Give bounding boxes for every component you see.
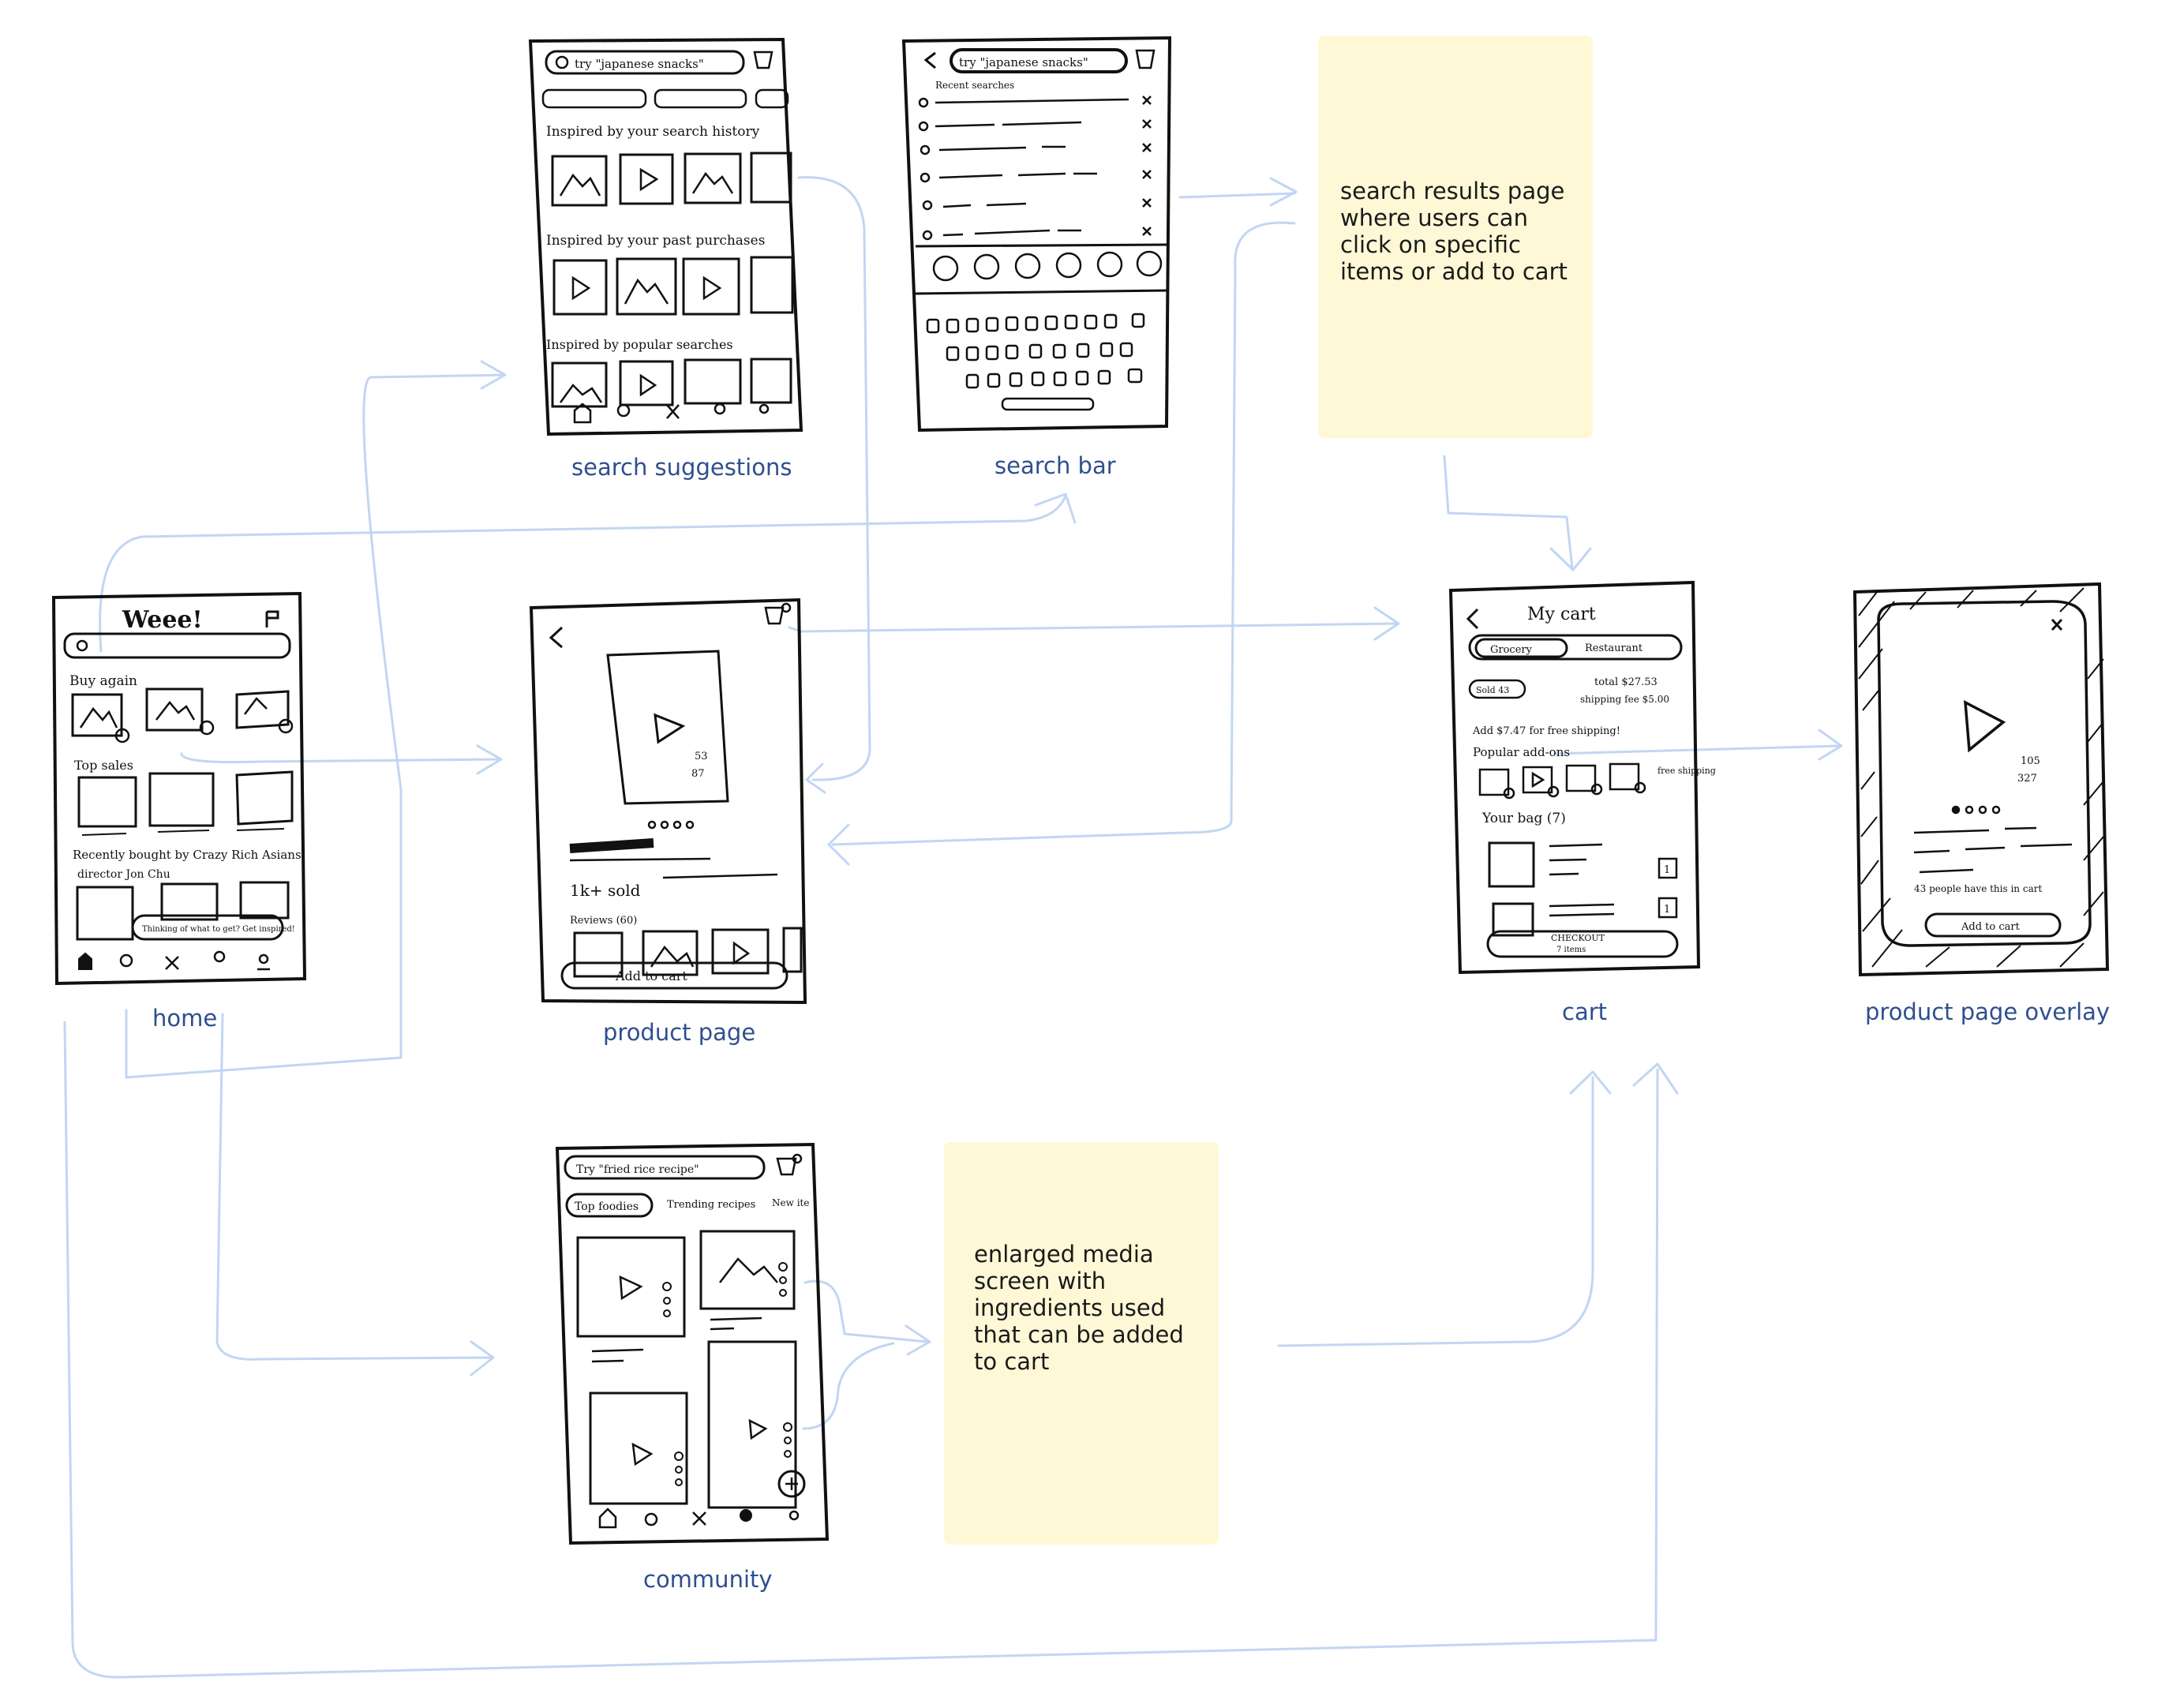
overlay-likes: 105: [2021, 755, 2040, 767]
overlay-add-to-cart: Add to cart: [1961, 921, 2021, 933]
product-comments: 87: [691, 768, 705, 780]
note-search-results: search results page where users can clic…: [1318, 36, 1593, 438]
cart-sold-by: Sold 43: [1476, 685, 1509, 695]
product-sold: 1k+ sold: [570, 881, 641, 900]
arrow-home-to-search-bar: [99, 493, 1077, 653]
cart-shipping: shipping fee $5.00: [1580, 694, 1669, 705]
caption-cart: cart: [1562, 998, 1608, 1025]
arrow-product-to-cart: [788, 606, 1400, 641]
home-director: director Jon Chu: [77, 868, 170, 881]
arrow-results-to-product-page: [827, 221, 1296, 866]
home-top-sales: Top sales: [74, 758, 133, 773]
suggestions-popular-label: Inspired by popular searches: [546, 337, 733, 352]
arrow-home-to-product-page: [180, 744, 503, 775]
overlay-screen: 105 327 43 people have this in cart Add …: [1852, 582, 2110, 977]
cart-tab-restaurant: Restaurant: [1585, 642, 1643, 654]
community-screen: Try "fried rice recipe" Top foodies Tren…: [555, 1142, 830, 1545]
arrow-suggestions-to-product-page: [797, 176, 871, 794]
community-tab-top-foodies: Top foodies: [575, 1200, 639, 1213]
cart-free-shipping-badge: free shipping: [1657, 766, 1716, 776]
caption-search-bar: search bar: [994, 452, 1116, 479]
cart-screen: My cart Grocery Restaurant Sold 43 total…: [1448, 580, 1716, 975]
product-reviews: Reviews (60): [570, 915, 637, 927]
arrow-media-to-cart: [1277, 1070, 1612, 1347]
home-screen: Weee! Buy again Top sales Recently bough…: [51, 591, 307, 986]
cart-checkout-items: 7 items: [1556, 946, 1586, 954]
cart-qty-2: 1: [1664, 904, 1670, 916]
overlay-people-note: 43 people have this in cart: [1914, 883, 2042, 894]
cart-your-bag: Your bag (7): [1481, 811, 1566, 826]
cart-title: My cart: [1527, 605, 1596, 624]
cart-tab-grocery: Grocery: [1490, 644, 1533, 656]
product-likes: 53: [695, 751, 708, 762]
cart-checkout: CHECKOUT: [1551, 933, 1605, 943]
community-search-text: Try "fried rice recipe": [576, 1163, 699, 1176]
overlay-comments: 327: [2017, 773, 2037, 785]
suggestions-purchases-label: Inspired by your past purchases: [546, 233, 765, 249]
flow-board: Weee! Buy again Top sales Recently bough…: [0, 0, 2180, 1708]
cart-total: total $27.53: [1594, 676, 1657, 688]
note-search-results-text: search results page where users can clic…: [1340, 178, 1568, 285]
note-enlarged-media-text: enlarged media screen with ingredients u…: [974, 1241, 1184, 1375]
suggestions-history-label: Inspired by your search history: [546, 124, 760, 140]
community-tab-new: New ite: [772, 1197, 809, 1208]
home-buy-again: Buy again: [69, 673, 137, 689]
arrow-community-to-media-2: [802, 1342, 895, 1430]
note-enlarged-media: enlarged media screen with ingredients u…: [944, 1142, 1219, 1545]
cart-popular-addons: Popular add-ons: [1473, 745, 1570, 759]
home-recently-bought: Recently bought by Crazy Rich Asians: [73, 848, 302, 862]
caption-home: home: [152, 1005, 218, 1032]
community-tab-trending: Trending recipes: [667, 1199, 755, 1211]
home-logo: Weee!: [122, 606, 203, 634]
product-add-to-cart: Add to cart: [615, 968, 687, 983]
suggestions-search-text: try "japanese snacks": [575, 57, 704, 71]
cart-free-shipping: Add $7.47 for free shipping!: [1472, 725, 1620, 737]
search-bar-text: try "japanese snacks": [959, 55, 1088, 69]
home-inspire-bubble: Thinking of what to get? Get inspired!: [142, 925, 295, 934]
caption-search-suggestions: search suggestions: [571, 454, 792, 481]
arrow-search-bar-to-results: [1178, 177, 1298, 207]
cart-qty-1: 1: [1664, 864, 1670, 876]
search-suggestions-screen: try "japanese snacks" Inspired by your s…: [528, 37, 803, 436]
caption-product-page: product page: [603, 1019, 756, 1046]
search-bar-screen: try "japanese snacks" Recent searches: [901, 36, 1172, 433]
search-bar-recent: Recent searches: [935, 80, 1014, 91]
arrow-home-to-search-suggestions: [125, 360, 507, 1079]
arrow-results-to-cart: [1443, 455, 1592, 571]
caption-product-page-overlay: product page overlay: [1865, 998, 2111, 1025]
product-page-screen: 53 87 1k+ sold Reviews (60) Add to cart: [529, 597, 807, 1005]
caption-community: community: [643, 1566, 773, 1593]
arrow-community-to-media-1: [803, 1279, 931, 1356]
